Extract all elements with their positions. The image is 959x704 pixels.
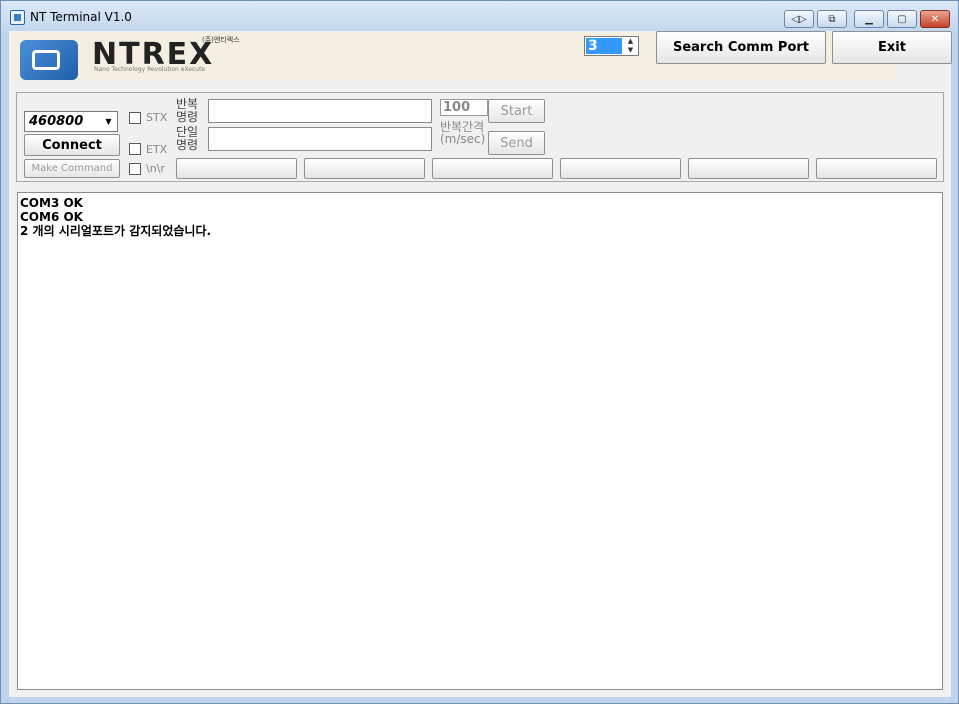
client-area: NTREX (주)엔티렉스 Nano Technology Revolution…	[9, 31, 952, 697]
maximize-icon: ▢	[897, 13, 907, 25]
exit-button[interactable]: Exit	[832, 31, 952, 64]
single-command-label-line2: 명령	[176, 138, 199, 152]
port-count-value[interactable]: 3	[586, 38, 622, 54]
macro-button-5[interactable]	[688, 158, 809, 179]
spinner-arrows-icon[interactable]: ▲ ▼	[623, 37, 638, 55]
ntrex-logo-icon	[20, 40, 78, 80]
search-comm-port-button[interactable]: Search Comm Port	[656, 31, 826, 64]
single-command-label: 단일 명령	[176, 126, 198, 152]
stx-label: STX	[146, 111, 168, 124]
output-line: COM3 OK	[20, 196, 83, 210]
repeat-command-input[interactable]	[208, 99, 432, 123]
macro-button-1[interactable]	[176, 158, 297, 179]
logo-korean-text: (주)엔티렉스	[202, 36, 240, 44]
window-title: NT Terminal V1.0	[30, 10, 132, 24]
macro-button-2[interactable]	[304, 158, 425, 179]
restore-size-button[interactable]: ◁▷	[784, 10, 814, 28]
sync-icon: ⧉	[828, 13, 836, 25]
newline-label: \n\r	[146, 162, 165, 175]
etx-checkbox[interactable]	[129, 143, 141, 155]
macro-button-4[interactable]	[560, 158, 681, 179]
restore-size-icon: ◁▷	[791, 13, 807, 25]
dropdown-arrow-icon[interactable]: ▼	[101, 113, 116, 130]
stx-checkbox[interactable]	[129, 112, 141, 124]
maximize-button[interactable]: ▢	[887, 10, 917, 28]
port-count-spinner[interactable]: 3 ▲ ▼	[584, 36, 639, 56]
repeat-command-label: 반복 명령	[176, 98, 198, 124]
title-bar[interactable]: NT Terminal V1.0 ◁▷ ⧉ ▁ ▢ ✕	[1, 1, 958, 31]
connect-button[interactable]: Connect	[24, 134, 120, 156]
start-button[interactable]: Start	[488, 99, 545, 123]
repeat-interval-input[interactable]: 100	[440, 99, 488, 116]
etx-label: ETX	[146, 143, 168, 156]
single-command-input[interactable]	[208, 127, 432, 151]
output-line: COM6 OK	[20, 210, 83, 224]
macro-button-6[interactable]	[816, 158, 937, 179]
terminal-output[interactable]: COM3 OK COM6 OK 2 개의 시리얼포트가 감지되었습니다.	[17, 192, 943, 690]
logo-tagline: Nano Technology Revolution eXecute	[94, 66, 206, 73]
baud-rate-value: 460800	[29, 114, 84, 129]
output-line: 2 개의 시리얼포트가 감지되었습니다.	[20, 224, 212, 238]
close-button[interactable]: ✕	[920, 10, 950, 28]
close-icon: ✕	[930, 13, 940, 25]
newline-checkbox[interactable]	[129, 163, 141, 175]
app-icon[interactable]	[10, 10, 25, 25]
sync-button[interactable]: ⧉	[817, 10, 847, 28]
baud-rate-select[interactable]: 460800 ▼	[24, 111, 118, 132]
macro-button-3[interactable]	[432, 158, 553, 179]
send-button[interactable]: Send	[488, 131, 545, 155]
repeat-interval-unit: (m/sec)	[440, 132, 486, 146]
minimize-button[interactable]: ▁	[854, 10, 884, 28]
repeat-command-label-line2: 명령	[176, 110, 199, 124]
minimize-icon: ▁	[865, 13, 873, 25]
app-window: NT Terminal V1.0 ◁▷ ⧉ ▁ ▢ ✕ NTREX (주)엔티렉…	[0, 0, 959, 704]
make-command-button[interactable]: Make Command	[24, 159, 120, 178]
